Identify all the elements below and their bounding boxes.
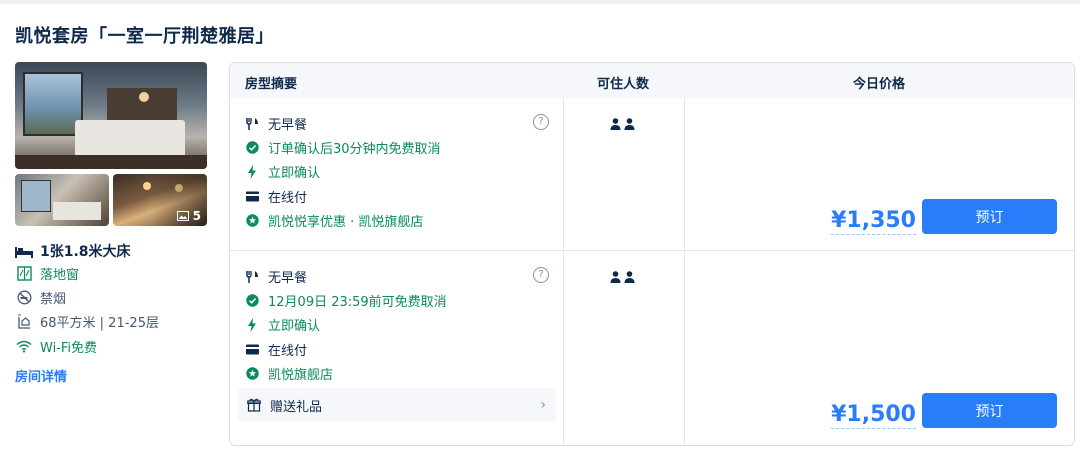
photo-count-badge: 5 — [176, 209, 201, 223]
feature-area-label: 68平方米 | 21-25层 — [40, 316, 159, 331]
row-divider — [230, 250, 1074, 251]
feature-wifi: Wi-Fi免费 — [15, 337, 97, 356]
feature-window-label: 落地窗 — [40, 268, 80, 283]
top-strip — [0, 0, 1080, 4]
column-divider — [684, 98, 685, 445]
feature-no-smoking-label: 禁烟 — [40, 292, 67, 307]
offer-2-benefit-label: 凯悦旗舰店 — [268, 368, 334, 383]
thumb-window-shape — [21, 180, 51, 212]
thumb-bed-shape — [53, 202, 101, 220]
offer-2-confirm-label: 立即确认 — [268, 319, 321, 334]
check-circle-icon — [245, 294, 259, 308]
feature-no-smoking: 禁烟 — [15, 288, 66, 307]
offer-1-book-button[interactable]: 预订 — [922, 199, 1057, 234]
offer-2-cancel: 12月09日 23:59前可免费取消 — [245, 291, 447, 310]
offer-1-confirm: 立即确认 — [245, 162, 320, 181]
fork-knife-icon — [245, 270, 259, 284]
offer-2-confirm: 立即确认 — [245, 315, 320, 334]
help-icon[interactable]: ? — [533, 114, 549, 130]
offer-1-benefit-label: 凯悦悦享优惠 · 凯悦旗舰店 — [268, 215, 424, 230]
room-title: 凯悦套房「一室一厅荆楚雅居」 — [15, 26, 274, 47]
bed-icon — [15, 243, 33, 259]
lightning-icon — [245, 164, 259, 179]
offer-2-price[interactable]: ¥1,500 — [831, 402, 916, 429]
feature-bed-label: 1张1.8米大床 — [40, 244, 131, 260]
offer-2-meal-label: 无早餐 — [268, 271, 308, 286]
column-divider — [563, 98, 564, 445]
offer-1-payment: 在线付 — [245, 187, 307, 206]
offer-2-payment: 在线付 — [245, 340, 307, 359]
help-icon[interactable]: ? — [533, 267, 549, 283]
check-circle-icon — [245, 141, 259, 155]
image-icon — [176, 211, 189, 221]
offer-1-payment-label: 在线付 — [268, 191, 308, 206]
offer-2-gift-label: 赠送礼品 — [270, 399, 323, 415]
offer-2-meal: 无早餐 — [245, 267, 307, 286]
header-price: 今日价格 — [852, 77, 905, 92]
offer-2-benefit: 凯悦旗舰店 — [245, 364, 333, 383]
offer-1-meal: 无早餐 — [245, 114, 307, 133]
offer-2-cancel-label: 12月09日 23:59前可免费取消 — [268, 295, 447, 310]
offer-1-cancel-label: 订单确认后30分钟内免费取消 — [268, 142, 441, 157]
header-guests: 可住人数 — [596, 77, 649, 92]
person-icon — [624, 118, 635, 130]
offer-table: 房型摘要 可住人数 今日价格 无早餐 ? 订单确认后30分钟内免费取消 立即确认… — [229, 62, 1075, 446]
offer-2-book-button[interactable]: 预订 — [922, 393, 1057, 428]
offer-2-gift-row[interactable]: 赠送礼品 › — [238, 388, 556, 422]
photo-window-shape — [23, 72, 83, 136]
area-icon — [15, 314, 33, 330]
feature-bed: 1张1.8米大床 — [15, 241, 131, 261]
header-summary: 房型摘要 — [245, 77, 298, 92]
room-photo-thumb-1[interactable] — [15, 174, 109, 226]
feature-window: 落地窗 — [15, 264, 79, 283]
offer-1-meal-label: 无早餐 — [268, 118, 308, 133]
photo-bed-shape — [75, 120, 185, 158]
person-icon — [610, 118, 621, 130]
window-icon — [15, 266, 33, 282]
room-photo-main[interactable] — [15, 62, 207, 169]
chevron-right-icon: › — [540, 397, 546, 413]
star-badge-icon — [245, 367, 259, 381]
feature-area: 68平方米 | 21-25层 — [15, 312, 159, 331]
offer-2-payment-label: 在线付 — [268, 344, 308, 359]
table-header: 房型摘要 可住人数 今日价格 — [230, 63, 1074, 98]
offer-1-guests — [610, 118, 635, 130]
offer-1-price[interactable]: ¥1,350 — [831, 208, 916, 235]
feature-wifi-label: Wi-Fi免费 — [40, 341, 98, 356]
offer-1-cancel: 订单确认后30分钟内免费取消 — [245, 138, 441, 157]
person-icon — [624, 271, 635, 283]
gift-icon — [247, 398, 261, 412]
wifi-icon — [15, 339, 33, 355]
offer-1-confirm-label: 立即确认 — [268, 166, 321, 181]
photo-floor-shape — [15, 155, 207, 169]
credit-card-icon — [245, 343, 259, 357]
photo-count: 5 — [192, 209, 201, 223]
person-icon — [610, 271, 621, 283]
star-badge-icon — [245, 214, 259, 228]
offer-1-benefit: 凯悦悦享优惠 · 凯悦旗舰店 — [245, 211, 423, 230]
room-photo-thumb-2[interactable]: 5 — [113, 174, 207, 226]
offer-2-guests — [610, 271, 635, 283]
room-detail-link[interactable]: 房间详情 — [15, 366, 67, 385]
credit-card-icon — [245, 190, 259, 204]
no-smoking-icon — [15, 290, 33, 306]
fork-knife-icon — [245, 117, 259, 131]
photo-lamp-shape — [139, 92, 149, 102]
lightning-icon — [245, 317, 259, 332]
